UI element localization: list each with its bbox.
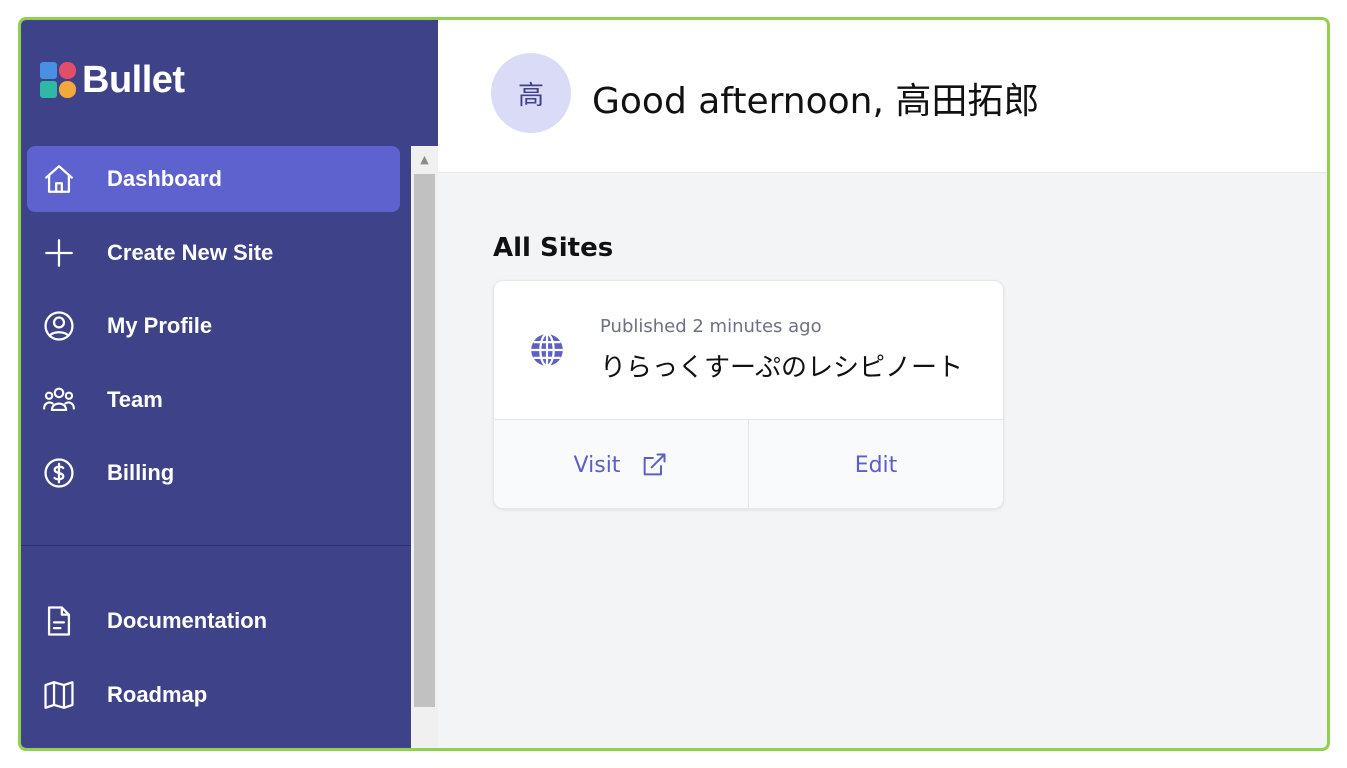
logo[interactable]: Bullet: [40, 58, 185, 101]
user-circle-icon: [41, 308, 77, 344]
scrollbar-thumb[interactable]: [414, 174, 435, 707]
visit-label: Visit: [573, 452, 621, 478]
main-nav: Dashboard Create New Site My Profile Tea…: [27, 146, 400, 514]
sidebar-item-dashboard[interactable]: Dashboard: [27, 146, 400, 212]
globe-icon: [531, 333, 563, 367]
sidebar-item-label: Dashboard: [107, 166, 222, 191]
edit-button[interactable]: Edit: [748, 420, 1003, 508]
sidebar-item-documentation[interactable]: Documentation: [27, 588, 400, 654]
sidebar-item-team[interactable]: Team: [27, 367, 400, 433]
sidebar-scrollbar[interactable]: ▲: [411, 146, 438, 748]
sidebar-divider: [21, 545, 411, 546]
sidebar: Bullet Dashboard Create New Site My Prof…: [21, 20, 411, 748]
map-icon: [41, 677, 77, 713]
site-name[interactable]: りらっくすーぷのレシピノート: [600, 347, 963, 384]
bullet-logo-icon: [40, 62, 76, 98]
document-icon: [41, 603, 77, 639]
all-sites-title: All Sites: [493, 233, 614, 263]
sidebar-item-label: Roadmap: [107, 681, 208, 707]
plus-icon: [41, 235, 77, 271]
visit-button[interactable]: Visit: [494, 420, 748, 508]
avatar[interactable]: 高: [491, 53, 571, 133]
sidebar-item-label: Billing: [107, 460, 175, 485]
site-card-body: Published 2 minutes ago りらっくすーぷのレシピノート: [494, 281, 1003, 419]
site-card-actions: Visit Edit: [494, 419, 1003, 508]
site-card: Published 2 minutes ago りらっくすーぷのレシピノート V…: [493, 280, 1004, 509]
home-icon: [41, 161, 77, 197]
dollar-circle-icon: [41, 455, 77, 491]
app-name: Bullet: [82, 58, 185, 101]
scroll-up-arrow-icon[interactable]: ▲: [411, 146, 438, 173]
sidebar-item-label: Documentation: [107, 608, 268, 633]
greeting-heading: Good afternoon, 高田拓郎: [592, 81, 1040, 122]
page-header: 高 Good afternoon, 高田拓郎: [438, 20, 1327, 173]
sidebar-item-label: My Profile: [107, 313, 213, 338]
sidebar-item-billing[interactable]: Billing: [27, 440, 400, 506]
secondary-nav: Documentation Roadmap: [27, 588, 400, 735]
site-status: Published 2 minutes ago: [600, 316, 822, 337]
sidebar-top-extension: [411, 20, 438, 146]
external-link-icon: [644, 453, 666, 476]
sidebar-item-roadmap[interactable]: Roadmap: [27, 662, 400, 728]
app-window: Bullet Dashboard Create New Site My Prof…: [18, 17, 1330, 751]
users-icon: [41, 382, 77, 418]
sidebar-item-label: Team: [107, 386, 163, 412]
sidebar-item-label: Create New Site: [107, 239, 274, 265]
sidebar-item-my-profile[interactable]: My Profile: [27, 293, 400, 359]
sidebar-item-create-new-site[interactable]: Create New Site: [27, 220, 400, 286]
edit-label: Edit: [854, 452, 898, 478]
